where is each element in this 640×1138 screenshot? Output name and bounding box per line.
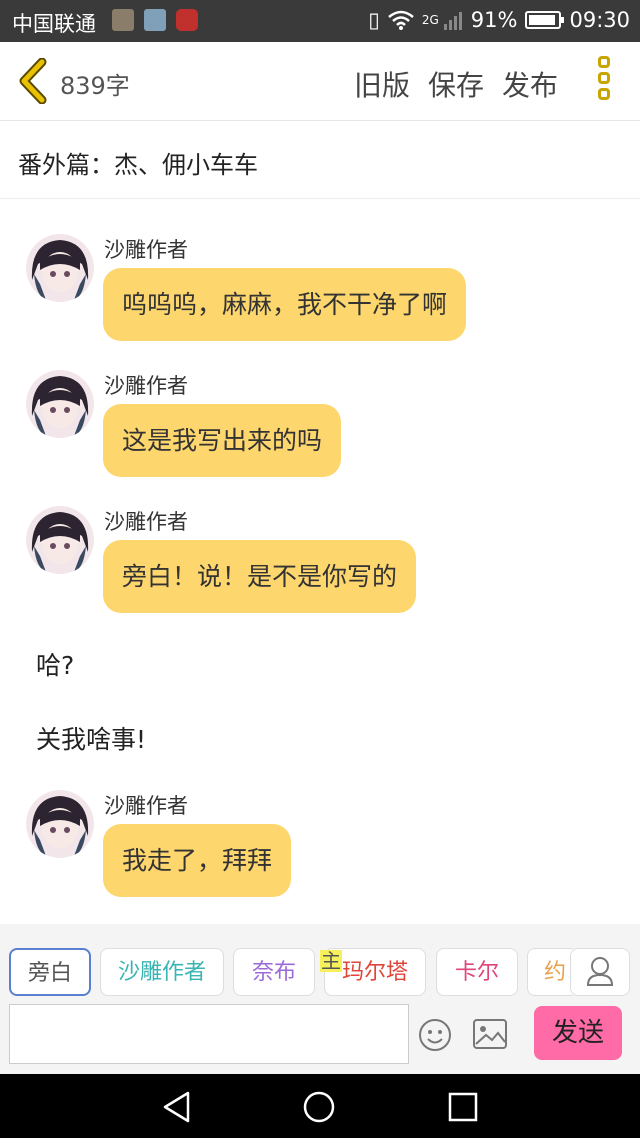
battery-percent: 91% xyxy=(470,8,518,32)
speaker-name: 沙雕作者 xyxy=(104,794,188,818)
character-manager-button[interactable] xyxy=(570,948,630,996)
image-icon[interactable] xyxy=(472,1018,508,1050)
avatar[interactable] xyxy=(26,234,94,302)
gallery-notification-icon xyxy=(144,9,166,31)
message-bubble[interactable]: 我走了，拜拜 xyxy=(103,824,292,897)
message-bubble[interactable]: 呜呜呜，麻麻，我不干净了啊 xyxy=(103,268,467,341)
chapter-title: 番外篇：杰、佣小车车 xyxy=(18,151,258,179)
message-input[interactable] xyxy=(9,1004,409,1064)
narration-line[interactable]: 关我啥事! xyxy=(36,720,146,756)
vibrate-icon: ▯ xyxy=(368,8,380,32)
user-icon xyxy=(586,957,614,986)
character-chip-narrator[interactable]: 旁白 xyxy=(9,948,91,996)
character-chip-partial[interactable]: 约 xyxy=(527,948,573,996)
avatar[interactable] xyxy=(26,370,94,438)
narration-line[interactable]: 哈? xyxy=(36,646,74,682)
main-character-badge: 主 xyxy=(320,949,342,973)
message-bubble[interactable]: 这是我写出来的吗 xyxy=(103,404,342,477)
recents-nav-icon[interactable] xyxy=(446,1090,480,1124)
clock: 09:30 xyxy=(569,8,630,32)
old-version-button[interactable]: 旧版 xyxy=(354,64,410,104)
editor-header: 839字 旧版 保存 发布 xyxy=(0,42,640,121)
compose-panel: 旁白 沙雕作者 奈布 玛尔塔 卡尔 约 发送 xyxy=(0,924,640,1074)
notification-app-icon xyxy=(112,9,134,31)
avatar[interactable] xyxy=(26,790,94,858)
word-count: 839字 xyxy=(60,72,130,100)
speaker-name: 沙雕作者 xyxy=(104,238,188,262)
avatar[interactable] xyxy=(26,506,94,574)
signal-icon xyxy=(443,12,462,30)
publish-button[interactable]: 发布 xyxy=(502,64,558,104)
back-nav-icon[interactable] xyxy=(160,1090,194,1124)
system-nav-bar xyxy=(0,1074,640,1138)
character-chip-author[interactable]: 沙雕作者 xyxy=(100,948,224,996)
chapter-title-bar[interactable]: 番外篇：杰、佣小车车 xyxy=(0,121,640,199)
music-notification-icon xyxy=(176,9,198,31)
message-bubble[interactable]: 旁白！说！是不是你写的 xyxy=(103,540,417,613)
speaker-name: 沙雕作者 xyxy=(104,510,188,534)
battery-icon xyxy=(525,11,565,29)
save-button[interactable]: 保存 xyxy=(428,64,484,104)
emoji-icon[interactable] xyxy=(418,1018,452,1052)
status-bar: 中国联通 ▯ 2G 91% 09:30 xyxy=(0,0,640,42)
more-menu-icon[interactable] xyxy=(594,56,614,108)
network-type: 2G xyxy=(421,13,439,27)
speaker-name: 沙雕作者 xyxy=(104,374,188,398)
character-chip-karl[interactable]: 卡尔 xyxy=(436,948,518,996)
character-chip-naib[interactable]: 奈布 xyxy=(233,948,315,996)
send-button[interactable]: 发送 xyxy=(534,1006,622,1060)
home-nav-icon[interactable] xyxy=(302,1090,336,1124)
wifi-icon xyxy=(388,10,414,30)
back-chevron-icon[interactable] xyxy=(16,58,48,104)
carrier-name: 中国联通 xyxy=(12,12,96,36)
